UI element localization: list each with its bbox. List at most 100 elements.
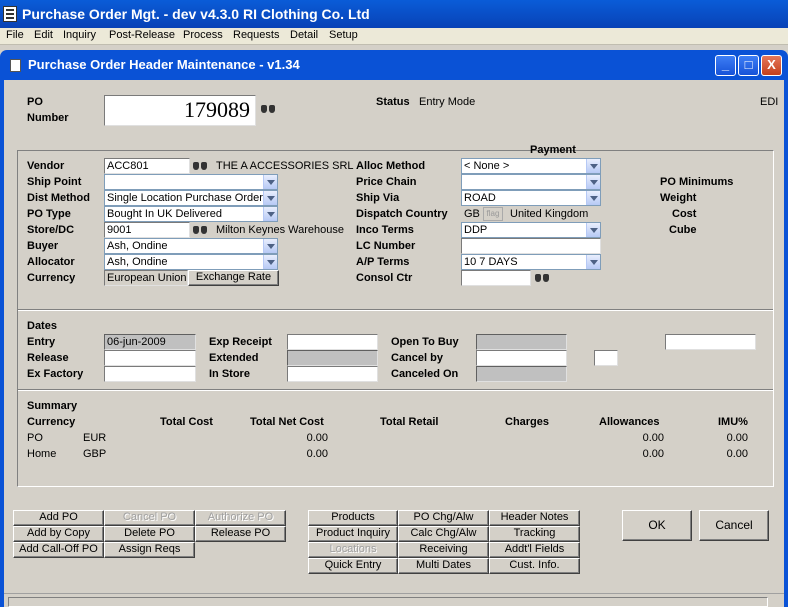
ex-factory-field[interactable] [104, 366, 196, 382]
dates-header: Dates [27, 320, 57, 332]
receiving-button[interactable]: Receiving [398, 542, 489, 558]
minimize-button[interactable]: _ [715, 55, 736, 76]
chevron-down-icon[interactable] [263, 239, 277, 253]
chevron-down-icon[interactable] [586, 255, 600, 269]
store-dc-code-field[interactable]: 9001 [104, 222, 190, 238]
cost-label: Cost [672, 208, 697, 220]
payment-header: Payment [530, 144, 576, 156]
po-lookup-binoculars-icon[interactable] [258, 101, 278, 121]
add-call-off-po-button[interactable]: Add Call-Off PO [13, 542, 104, 558]
header-notes-button[interactable]: Header Notes [489, 510, 580, 526]
cust-info-button[interactable]: Cust. Info. [489, 558, 580, 574]
app-title: Purchase Order Mgt. - dev v4.3.0 RI Clot… [22, 6, 370, 22]
add-by-copy-button[interactable]: Add by Copy [13, 526, 104, 542]
inco-terms-select[interactable]: DDP [461, 222, 601, 238]
ap-terms-select[interactable]: 10 7 DAYS [461, 254, 601, 270]
ship-via-select[interactable]: ROAD [461, 190, 601, 206]
dist-method-select[interactable]: Single Location Purchase Order [104, 190, 278, 206]
po-type-select[interactable]: Bought In UK Delivered [104, 206, 278, 222]
in-store-label: In Store [209, 368, 250, 380]
release-date-field[interactable] [104, 350, 196, 366]
menu-edit[interactable]: Edit [34, 29, 53, 41]
price-chain-select[interactable] [461, 174, 601, 190]
exchange-rate-button[interactable]: Exchange Rate [188, 270, 279, 286]
exp-receipt-field[interactable] [287, 334, 378, 350]
addtl-fields-button[interactable]: Addt'l Fields [489, 542, 580, 558]
assign-reqs-button[interactable]: Assign Reqs [104, 542, 195, 558]
menu-post-release[interactable]: Post-Release [109, 29, 175, 41]
allocator-label: Allocator [27, 256, 75, 268]
small-blank-field[interactable] [594, 350, 618, 366]
quick-entry-button[interactable]: Quick Entry [308, 558, 398, 574]
col-charges: Charges [505, 416, 550, 428]
app-icon [3, 6, 17, 22]
authorize-po-button[interactable]: Authorize PO [195, 510, 286, 526]
dist-method-value: Single Location Purchase Order [107, 192, 263, 204]
vendor-lookup-binoculars-icon[interactable] [190, 158, 210, 174]
add-po-button[interactable]: Add PO [13, 510, 104, 526]
menu-detail[interactable]: Detail [290, 29, 318, 41]
tracking-button[interactable]: Tracking [489, 526, 580, 542]
chevron-down-icon[interactable] [263, 191, 277, 205]
open-to-buy-field [476, 334, 567, 350]
chevron-down-icon[interactable] [263, 255, 277, 269]
ship-point-select[interactable] [104, 174, 278, 190]
products-button[interactable]: Products [308, 510, 398, 526]
multi-dates-button[interactable]: Multi Dates [398, 558, 489, 574]
menu-setup[interactable]: Setup [329, 29, 358, 41]
ship-point-label: Ship Point [27, 176, 82, 188]
menu-requests[interactable]: Requests [233, 29, 279, 41]
ap-terms-value: 10 7 DAYS [464, 256, 518, 268]
status-value: Entry Mode [419, 96, 476, 108]
buyer-select[interactable]: Ash, Ondine [104, 238, 278, 254]
product-inquiry-button[interactable]: Product Inquiry [308, 526, 398, 542]
po-number-field[interactable]: 179089 [104, 95, 256, 126]
dispatch-country-name: United Kingdom [510, 208, 589, 220]
vendor-code-field[interactable]: ACC801 [104, 158, 190, 174]
row-home-currency: GBP [83, 448, 107, 460]
in-store-field[interactable] [287, 366, 378, 382]
allocator-select[interactable]: Ash, Ondine [104, 254, 278, 270]
row-home-total-net-cost: 0.00 [306, 448, 328, 460]
delete-po-button[interactable]: Delete PO [104, 526, 195, 542]
status-bar [4, 593, 784, 607]
close-button[interactable]: X [761, 55, 782, 76]
consol-ctr-label: Consol Ctr [356, 272, 413, 284]
blank-right-field[interactable] [665, 334, 756, 350]
chevron-down-icon[interactable] [586, 191, 600, 205]
chevron-down-icon[interactable] [263, 175, 277, 189]
flag-icon[interactable]: flag [483, 207, 503, 221]
consol-ctr-binoculars-icon[interactable] [532, 270, 552, 286]
lc-number-field[interactable] [461, 238, 601, 254]
vendor-label: Vendor [27, 160, 65, 172]
dispatch-country-code: GB [464, 208, 480, 220]
chevron-down-icon[interactable] [263, 207, 277, 221]
edi-indicator: EDI [760, 96, 779, 108]
locations-button[interactable]: Locations [308, 542, 398, 558]
release-po-button[interactable]: Release PO [195, 526, 286, 542]
calc-chg-alw-button[interactable]: Calc Chg/Alw [398, 526, 489, 542]
ship-via-value: ROAD [464, 192, 496, 204]
status-bar-segment [8, 597, 768, 607]
menu-inquiry[interactable]: Inquiry [63, 29, 96, 41]
chevron-down-icon[interactable] [586, 223, 600, 237]
child-window-title: Purchase Order Header Maintenance - v1.3… [28, 57, 300, 72]
cancel-by-field[interactable] [476, 350, 567, 366]
row-po-allowances: 0.00 [642, 432, 664, 444]
chevron-down-icon[interactable] [586, 175, 600, 189]
store-lookup-binoculars-icon[interactable] [190, 222, 210, 238]
po-minimums-header: PO Minimums [660, 176, 734, 188]
menu-file[interactable]: File [6, 29, 24, 41]
po-chg-alw-button[interactable]: PO Chg/Alw [398, 510, 489, 526]
cancel-button[interactable]: Cancel [699, 510, 769, 541]
cancel-po-button[interactable]: Cancel PO [104, 510, 195, 526]
menu-process[interactable]: Process [183, 29, 223, 41]
consol-ctr-field[interactable] [461, 270, 531, 286]
chevron-down-icon[interactable] [586, 159, 600, 173]
alloc-method-select[interactable]: < None > [461, 158, 601, 174]
maximize-button[interactable]: □ [738, 55, 759, 76]
cube-label: Cube [669, 224, 697, 236]
cancel-by-label: Cancel by [391, 352, 443, 364]
ok-button[interactable]: OK [622, 510, 692, 541]
lc-number-label: LC Number [356, 240, 416, 252]
